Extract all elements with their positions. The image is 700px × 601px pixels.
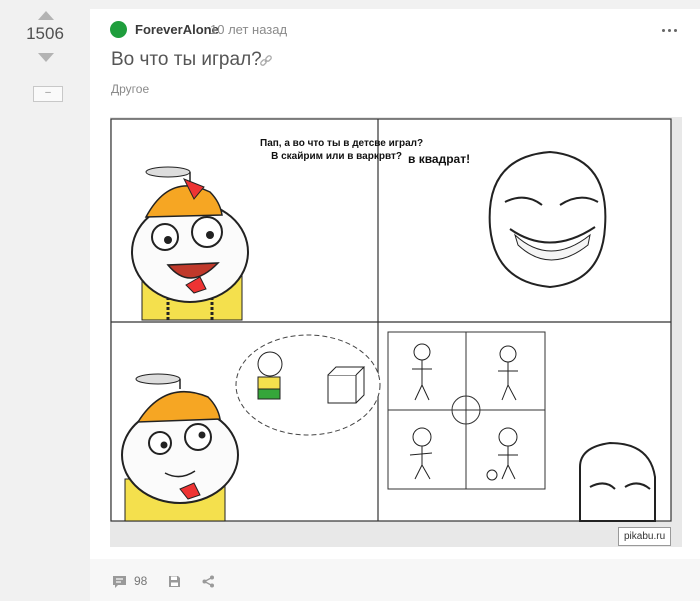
save-icon[interactable] — [168, 575, 181, 588]
rating-score: 1506 — [26, 24, 64, 43]
panel1-line1: Пап, а во что ты в детсве играл? — [260, 138, 424, 149]
comments-count[interactable]: 98 — [134, 574, 147, 588]
panel2-face — [488, 150, 607, 289]
panel2-text: в квадрат! — [408, 152, 471, 166]
comments-icon[interactable] — [112, 575, 127, 589]
more-icon[interactable] — [662, 29, 678, 33]
comic-drawing — [110, 118, 672, 522]
comic-image: Пап, а во что ты в детсве играл? В скайр… — [110, 117, 682, 547]
downvote-arrow-icon[interactable] — [38, 53, 54, 62]
share-icon[interactable] — [202, 575, 215, 588]
panel1-line2: В скайрим или в варкрвт? — [271, 151, 402, 162]
hide-button[interactable]: – — [33, 86, 63, 102]
story-footer: 98 — [90, 559, 700, 601]
avatar[interactable] — [110, 21, 127, 38]
story-card: ForeverAlone 10 лет назад Во что ты игра… — [90, 9, 700, 601]
story-tag[interactable]: Другое — [111, 82, 149, 96]
upvote-arrow-icon[interactable] — [38, 11, 54, 20]
watermark: pikabu.ru — [618, 527, 672, 546]
author-name[interactable]: ForeverAlone — [135, 22, 219, 37]
page: 1506 – ForeverAlone 10 лет назад Во что … — [0, 0, 700, 601]
post-time[interactable]: 10 лет назад — [210, 22, 287, 37]
rating-column: 1506 – — [0, 0, 90, 601]
link-icon[interactable] — [259, 54, 273, 68]
story-title[interactable]: Во что ты играл? — [111, 49, 262, 71]
